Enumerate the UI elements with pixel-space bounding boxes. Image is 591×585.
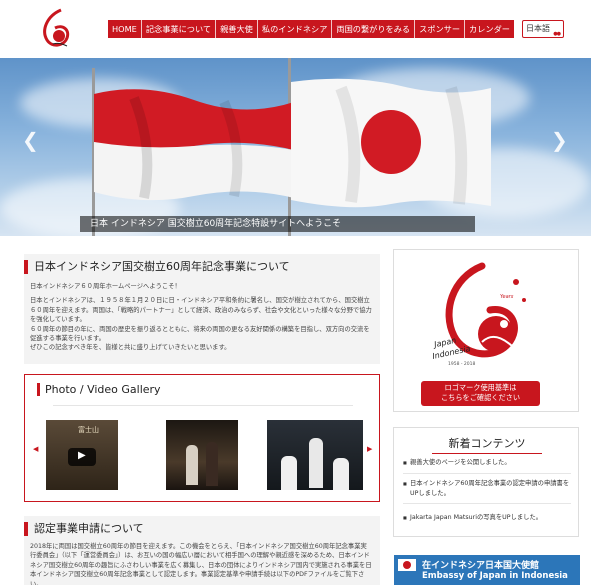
logo-guidelines-button[interactable]: ロゴマーク使用基準は こちらをご確認ください <box>421 381 540 406</box>
news-title: 新着コンテンツ <box>448 437 526 450</box>
hero-caption: 日本 インドネシア 国交樹立60周年記念特設サイトへようこそ <box>80 216 475 232</box>
play-button[interactable]: ▶ <box>68 448 96 466</box>
news-item[interactable]: Jakarta Japan Matsuriの写真をUPしました。 <box>403 513 573 523</box>
person-figure <box>206 442 218 486</box>
anniversary-logo-box: Years Japan Indonesia 1958 - 2018 ロゴマーク使… <box>393 249 579 412</box>
slider-prev-arrow-icon[interactable]: ❮ <box>22 128 39 152</box>
play-icon: ▶ <box>78 450 86 461</box>
gallery-title: Photo / Video Gallery <box>37 383 161 396</box>
logo-years-range: 1958 - 2018 <box>448 362 476 367</box>
welcome-paragraph: 日本とインドネシアは、１９５８年１月２０日に日・インドネシア平和条約に署名し、国… <box>30 297 372 324</box>
embassy-banner[interactable]: 在インドネシア日本国大使館 Embassy of Japan in Indone… <box>394 555 580 585</box>
recognition-paragraph: 2018年に両国は国交樹立60周年の節目を迎えます。この機会をとらえ、「日本イン… <box>30 543 372 585</box>
news-item[interactable]: 日本インドネシア60周年記念事業の認定申請の申請書をUPしました。 <box>403 479 573 498</box>
gallery-thumb-photo[interactable] <box>166 420 238 490</box>
welcome-paragraph: ぜひこの記念すべき年を、皆様と共に盛り上げていきたいと思います。 <box>30 344 231 352</box>
recognition-section: 認定事業申請について 2018年に両国は国交樹立60周年の節目を迎えます。この機… <box>24 516 380 585</box>
welcome-title: 日本インドネシア国交樹立60周年記念事業について <box>24 260 372 274</box>
gallery-prev-icon[interactable]: ◀ <box>33 445 38 453</box>
news-box: 新着コンテンツ 親善大使のページを公開しました。 日本インドネシア60周年記念事… <box>393 427 579 537</box>
nav-ambassadors[interactable]: 親善大使 <box>216 20 258 38</box>
nav-sponsors[interactable]: スポンサー <box>415 20 466 38</box>
news-divider <box>403 503 571 504</box>
gallery-thumb-video[interactable]: 富士山 ▶ <box>46 420 118 490</box>
logo-years-badge: Years <box>500 294 514 300</box>
language-flags-icon: ●● <box>553 31 561 37</box>
site-header: HOME 記念事業について 親善大使 私のインドネシア 両国の繋がりをみる スポ… <box>0 0 591 58</box>
japan-flag <box>291 78 491 208</box>
welcome-paragraph: ６０周年の節目の年に、両国の歴史を振り返るとともに、将来の両国の更なる友好関係の… <box>30 325 370 343</box>
hero-caption-text: 日本 インドネシア 国交樹立60周年記念特設サイトへようこそ <box>90 219 342 229</box>
nav-connections[interactable]: 両国の繋がりをみる <box>332 20 416 38</box>
news-item[interactable]: 親善大使のページを公開しました。 <box>403 458 573 468</box>
language-label: 日本語 <box>526 24 550 33</box>
nav-about-project[interactable]: 記念事業について <box>142 20 217 38</box>
gallery-thumb-photo[interactable] <box>267 420 363 490</box>
embassy-name-en: Embassy of Japan in Indonesia <box>422 571 568 581</box>
logo-button-line1: ロゴマーク使用基準は <box>444 383 517 392</box>
thumb-caption: 富士山 <box>78 426 99 434</box>
photo-video-gallery: Photo / Video Gallery ◀ ▶ 富士山 ▶ <box>24 374 380 502</box>
language-select[interactable]: 日本語 ●● <box>522 20 564 38</box>
person-figure <box>281 456 297 490</box>
60th-anniversary-logo[interactable] <box>37 8 77 50</box>
nav-my-indonesia[interactable]: 私のインドネシア <box>258 20 333 38</box>
news-title-underline <box>432 453 542 454</box>
nav-home[interactable]: HOME <box>108 20 142 38</box>
japan-flag-icon <box>398 559 416 571</box>
person-figure <box>309 438 323 488</box>
welcome-paragraph: 日本インドネシア６０周年ホームページへようこそ！ <box>30 283 181 290</box>
nav-calendar[interactable]: カレンダー <box>465 20 514 38</box>
hero-slider: ❮ ❯ <box>0 58 591 236</box>
logo-button-line2: こちらをご確認ください <box>440 393 521 402</box>
gallery-divider <box>53 405 353 406</box>
gallery-next-icon[interactable]: ▶ <box>367 445 372 453</box>
slider-next-arrow-icon[interactable]: ❯ <box>551 128 568 152</box>
person-figure <box>186 445 198 485</box>
embassy-name-ja: 在インドネシア日本国大使館 <box>422 561 540 571</box>
news-divider <box>403 473 571 474</box>
indonesia-flag <box>94 89 294 201</box>
main-nav: HOME 記念事業について 親善大使 私のインドネシア 両国の繋がりをみる スポ… <box>108 20 514 38</box>
person-figure <box>333 458 349 490</box>
welcome-section: 日本インドネシア国交樹立60周年記念事業について 日本インドネシア６０周年ホーム… <box>24 254 380 364</box>
recognition-title: 認定事業申請について <box>24 522 372 536</box>
